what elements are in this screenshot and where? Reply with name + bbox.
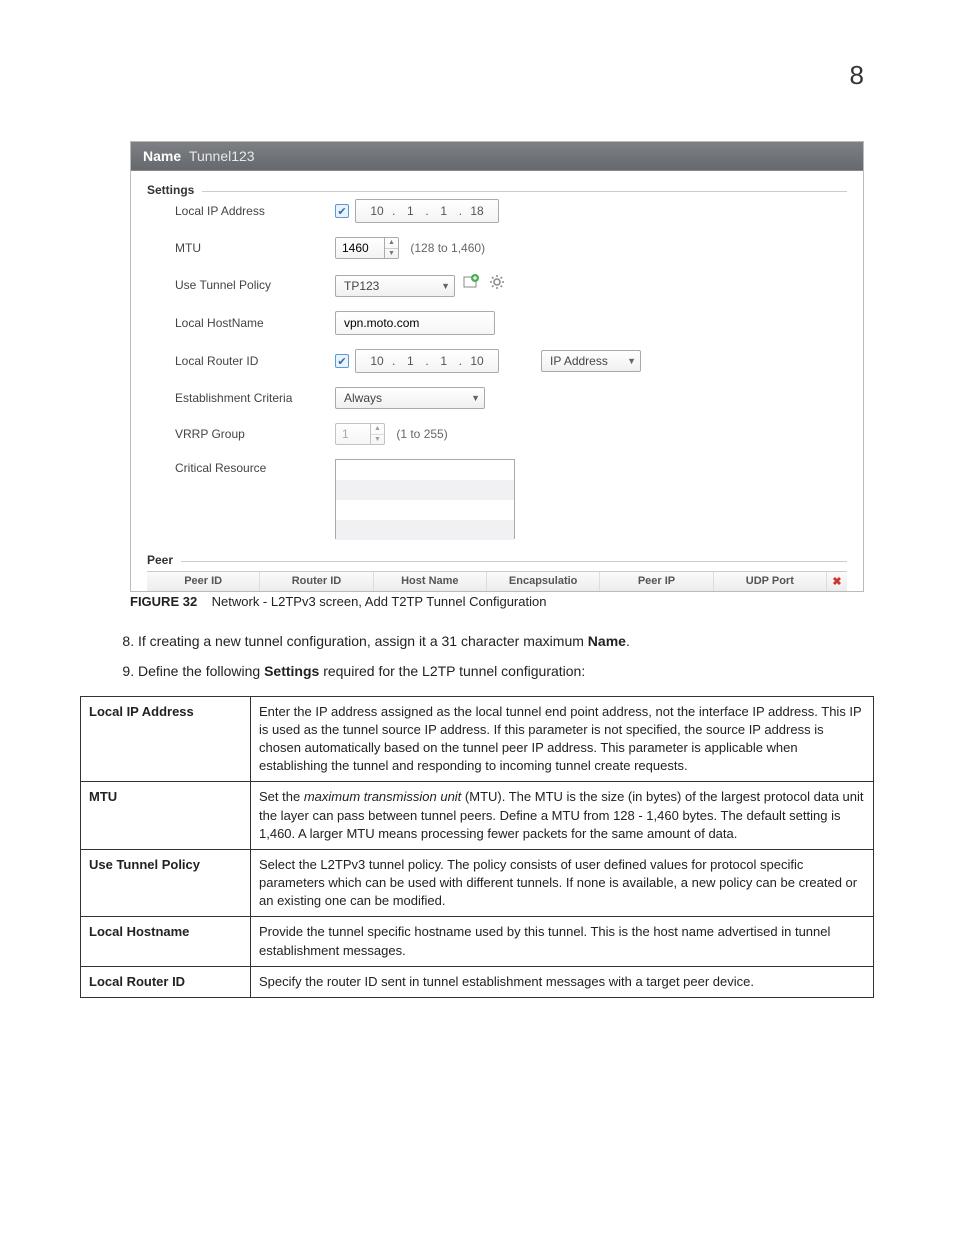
label-establishment: Establishment Criteria [175,391,335,405]
term-local-ip: Local IP Address [81,696,251,782]
establishment-value: Always [344,391,382,405]
label-router-id: Local Router ID [175,354,335,368]
desc-text: Set the [259,789,304,804]
add-policy-icon[interactable] [462,273,480,291]
router-id-checkbox[interactable]: ✔ [335,354,349,368]
ip-octet[interactable]: 18 [462,203,492,219]
gear-icon[interactable] [488,273,506,291]
mtu-input[interactable] [336,238,384,258]
term-router-id: Local Router ID [81,966,251,997]
label-tunnel-policy: Use Tunnel Policy [175,278,335,292]
router-ip-input[interactable]: 10. 1. 1. 10 [355,349,499,373]
name-label: Name [143,148,181,164]
table-row: Local IP Address Enter the IP address as… [81,696,874,782]
ip-octet[interactable]: 10 [362,353,392,369]
step-text: If creating a new tunnel configuration, … [138,633,588,649]
config-screenshot: Name Tunnel123 Settings Local IP Address… [130,141,864,592]
tunnel-policy-value: TP123 [344,279,379,293]
ip-octet[interactable]: 1 [395,203,425,219]
tunnel-policy-select[interactable]: TP123 ▼ [335,275,455,297]
label-mtu: MTU [175,241,335,255]
desc-hostname: Provide the tunnel specific hostname use… [251,917,874,966]
figure-caption: FIGURE 32 Network - L2TPv3 screen, Add T… [130,594,874,609]
term-hostname: Local Hostname [81,917,251,966]
settings-form: Local IP Address ✔ 10. 1. 1. 18 MTU ▲▼ (… [147,197,847,553]
chevron-down-icon: ▼ [441,281,450,291]
col-udp-port[interactable]: UDP Port [714,572,827,591]
desc-mtu: Set the maximum transmission unit (MTU).… [251,782,874,850]
spinner-down-icon: ▼ [371,435,384,445]
settings-legend-row: Settings [147,183,847,197]
desc-router-id: Specify the router ID sent in tunnel est… [251,966,874,997]
label-hostname: Local HostName [175,316,335,330]
col-host-name[interactable]: Host Name [374,572,487,591]
label-critical-resource: Critical Resource [175,459,335,475]
spinner-up-icon: ▲ [371,424,384,435]
settings-legend: Settings [147,183,202,197]
step-9: Define the following Settings required f… [138,661,864,681]
step-text: required for the L2TP tunnel configurati… [319,663,585,679]
col-peer-ip[interactable]: Peer IP [600,572,713,591]
label-local-ip: Local IP Address [175,204,335,218]
local-ip-checkbox[interactable]: ✔ [335,204,349,218]
desc-local-ip: Enter the IP address assigned as the loc… [251,696,874,782]
hostname-input[interactable] [335,311,495,335]
step-text: . [626,633,630,649]
router-id-type-select[interactable]: IP Address ▼ [541,350,641,372]
delete-row-icon[interactable]: ✖ [827,572,847,591]
vrrp-input [336,424,370,444]
mtu-spinner[interactable]: ▲▼ [335,237,399,259]
vrrp-spinner[interactable]: ▲▼ [335,423,385,445]
figure-label: FIGURE 32 [130,594,197,609]
step-bold: Name [588,633,626,649]
screenshot-title-bar: Name Tunnel123 [131,142,863,171]
step-bold: Settings [264,663,319,679]
spinner-up-icon[interactable]: ▲ [385,238,398,249]
ip-octet[interactable]: 10 [362,203,392,219]
chevron-down-icon: ▼ [471,393,480,403]
local-ip-input[interactable]: 10. 1. 1. 18 [355,199,499,223]
desc-tunnel-policy: Select the L2TPv3 tunnel policy. The pol… [251,849,874,917]
spinner-down-icon[interactable]: ▼ [385,249,398,259]
critical-resource-listbox[interactable] [335,459,515,539]
peer-legend-row: Peer [147,553,847,567]
col-peer-id[interactable]: Peer ID [147,572,260,591]
vrrp-hint: (1 to 255) [396,427,447,441]
term-mtu: MTU [81,782,251,850]
ip-octet[interactable]: 1 [429,203,459,219]
step-8: If creating a new tunnel configuration, … [138,631,864,651]
settings-description-table: Local IP Address Enter the IP address as… [80,696,874,998]
table-row: Local Router ID Specify the router ID se… [81,966,874,997]
name-value: Tunnel123 [189,148,255,164]
router-id-type-value: IP Address [550,354,608,368]
ip-octet[interactable]: 10 [462,353,492,369]
ip-octet[interactable]: 1 [395,353,425,369]
figure-text: Network - L2TPv3 screen, Add T2TP Tunnel… [212,594,547,609]
desc-italic: maximum transmission unit [304,789,462,804]
page-number: 8 [80,60,874,91]
step-text: Define the following [138,663,264,679]
col-router-id[interactable]: Router ID [260,572,373,591]
label-vrrp: VRRP Group [175,427,335,441]
table-row: MTU Set the maximum transmission unit (M… [81,782,874,850]
table-row: Local Hostname Provide the tunnel specif… [81,917,874,966]
term-tunnel-policy: Use Tunnel Policy [81,849,251,917]
steps-list: If creating a new tunnel configuration, … [110,631,864,682]
establishment-select[interactable]: Always ▼ [335,387,485,409]
table-row: Use Tunnel Policy Select the L2TPv3 tunn… [81,849,874,917]
peer-legend: Peer [147,553,181,567]
col-encapsulation[interactable]: Encapsulatio [487,572,600,591]
ip-octet[interactable]: 1 [429,353,459,369]
chevron-down-icon: ▼ [627,356,636,366]
peer-table-header: Peer ID Router ID Host Name Encapsulatio… [147,571,847,591]
mtu-hint: (128 to 1,460) [410,241,485,255]
